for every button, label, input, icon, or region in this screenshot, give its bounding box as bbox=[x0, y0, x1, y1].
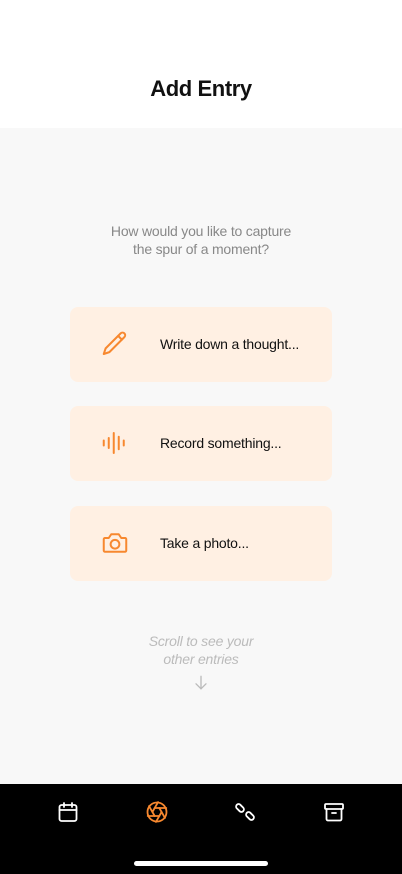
scroll-hint: Scroll to see your other entries bbox=[0, 632, 402, 668]
hint-line-2: other entries bbox=[163, 651, 239, 667]
page-title: Add Entry bbox=[150, 76, 252, 101]
archive-icon[interactable] bbox=[322, 800, 346, 824]
home-indicator[interactable] bbox=[134, 861, 268, 866]
audio-waveform-icon bbox=[100, 428, 130, 458]
prompt-line-2: the spur of a moment? bbox=[133, 241, 269, 257]
write-thought-button[interactable]: Write down a thought... bbox=[70, 307, 332, 382]
prompt-line-1: How would you like to capture bbox=[110, 223, 292, 239]
hint-line-1: Scroll to see your bbox=[148, 633, 254, 649]
aperture-icon[interactable] bbox=[145, 800, 169, 824]
tab-bar bbox=[0, 784, 402, 874]
calendar-icon[interactable] bbox=[56, 800, 80, 824]
shapes-icon[interactable] bbox=[233, 800, 257, 824]
take-photo-label: Take a photo... bbox=[160, 535, 249, 551]
arrow-down-icon bbox=[191, 673, 211, 693]
write-thought-label: Write down a thought... bbox=[160, 336, 300, 352]
capture-prompt: How would you like to capture the spur o… bbox=[0, 222, 402, 258]
main-content[interactable]: How would you like to capture the spur o… bbox=[0, 128, 402, 784]
pencil-icon bbox=[100, 329, 130, 359]
record-audio-label: Record something... bbox=[160, 435, 282, 451]
record-audio-button[interactable]: Record something... bbox=[70, 406, 332, 481]
camera-icon bbox=[100, 528, 130, 558]
header: Add Entry bbox=[0, 0, 402, 128]
take-photo-button[interactable]: Take a photo... bbox=[70, 506, 332, 581]
